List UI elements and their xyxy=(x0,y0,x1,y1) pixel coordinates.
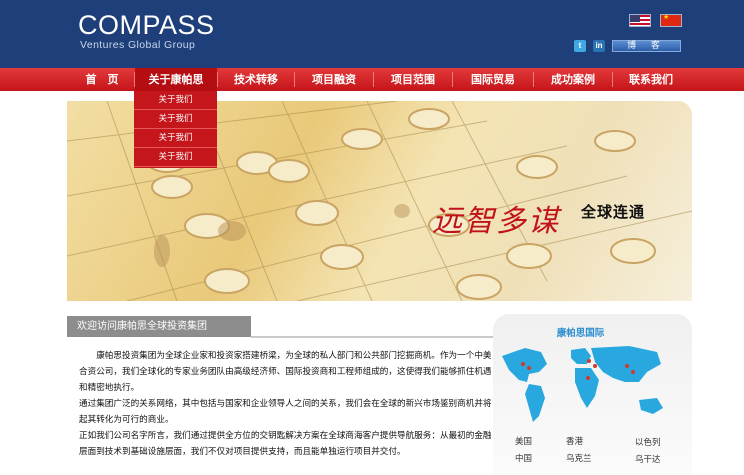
world-map-icon[interactable] xyxy=(499,342,669,430)
welcome-divider xyxy=(251,336,509,338)
welcome-body: 康帕思投资集团为全球企业家和投资家搭建桥梁，为全球的私人部门和公共部门挖掘商机。… xyxy=(79,348,495,460)
country-israel: 以色列 xyxy=(635,438,661,448)
about-dropdown-menu: 关于我们 关于我们 关于我们 关于我们 xyxy=(134,91,217,168)
welcome-section: 欢迎访问康帕思全球投资集团 康帕思投资集团为全球企业家和投资家搭建桥梁，为全球的… xyxy=(67,312,509,475)
banner-tagline: 全球连通 xyxy=(581,203,646,221)
international-heading: 康帕思国际 xyxy=(556,328,605,339)
nav-item-cases[interactable]: 成功案例 xyxy=(534,68,612,91)
country-usa: 美国 xyxy=(515,437,533,447)
country-hong-kong: 香港 xyxy=(566,437,584,447)
nav-item-trade[interactable]: 国际贸易 xyxy=(453,68,533,91)
dropdown-item-about[interactable]: 关于我们 xyxy=(134,110,217,129)
blog-button[interactable]: 博 客 xyxy=(612,40,681,52)
nav-item-tech-transfer[interactable]: 技术转移 xyxy=(218,68,294,91)
twitter-icon[interactable]: t xyxy=(574,40,586,52)
nav-item-project-finance[interactable]: 项目融资 xyxy=(295,68,373,91)
header: COMPASS Ventures Global Group t in 博 客 xyxy=(0,0,744,68)
us-flag-icon[interactable] xyxy=(629,14,651,27)
nav-item-about[interactable]: 关于康帕思 xyxy=(135,68,217,91)
nav-item-project-scope[interactable]: 项目范围 xyxy=(374,68,452,91)
dropdown-item-about[interactable]: 关于我们 xyxy=(134,129,217,148)
intro-paragraph: 康帕思投资集团为全球企业家和投资家搭建桥梁，为全球的私人部门和公共部门挖掘商机。… xyxy=(79,351,492,393)
nav-item-contact[interactable]: 联系我们 xyxy=(613,68,689,91)
logo-title[interactable]: COMPASS xyxy=(78,12,215,39)
china-flag-icon[interactable] xyxy=(660,13,682,27)
solutions-paragraph: 正如我们公司名字所言，我们通过提供全方位的交钥匙解决方案在全球商海客户提供导航服… xyxy=(79,431,492,457)
international-panel: 康帕思国际 美国 香港 以色列 中国 乌克兰 乌干达 xyxy=(493,314,692,475)
country-china: 中国 xyxy=(515,454,533,464)
dropdown-item-about[interactable]: 关于我们 xyxy=(134,148,217,167)
logo-subtitle: Ventures Global Group xyxy=(80,39,196,51)
country-uganda: 乌干达 xyxy=(635,455,661,465)
nav-item-home[interactable]: 首 页 xyxy=(70,68,134,91)
linkedin-icon[interactable]: in xyxy=(593,40,605,52)
banner-slogan: 远智多谋 xyxy=(432,204,560,239)
country-ukraine: 乌克兰 xyxy=(566,454,592,464)
network-paragraph: 通过集团广泛的关系网络，其中包括与国家和企业领导人之间的关系，我们会在全球的新兴… xyxy=(79,399,492,425)
dropdown-item-about[interactable]: 关于我们 xyxy=(134,91,217,110)
welcome-heading: 欢迎访问康帕思全球投资集团 xyxy=(67,316,251,337)
main-nav: 首 页 关于康帕思 技术转移 项目融资 项目范围 国际贸易 成功案例 联系我们 xyxy=(0,68,744,91)
